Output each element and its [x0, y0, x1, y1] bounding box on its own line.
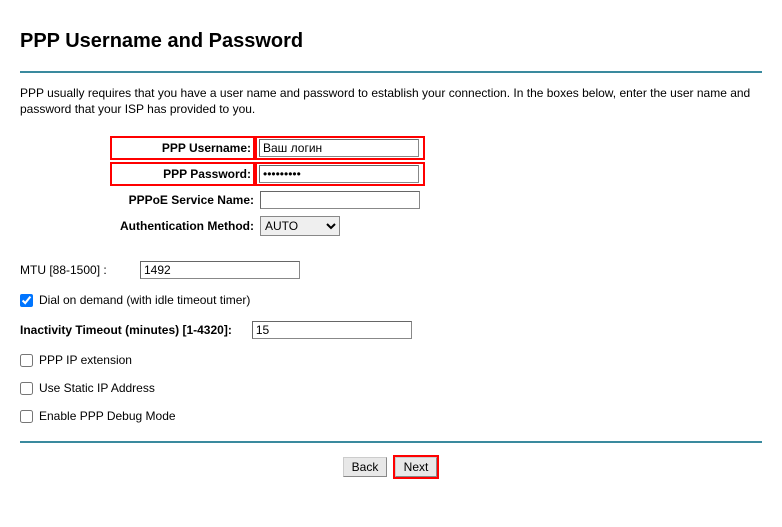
service-label: PPPoE Service Name: [110, 193, 260, 207]
divider-bottom [20, 441, 762, 443]
service-row: PPPoE Service Name: [110, 187, 762, 213]
service-input[interactable] [260, 191, 420, 209]
mtu-row: MTU [88-1500] : [20, 261, 762, 279]
mtu-label: MTU [88-1500] : [20, 263, 140, 277]
mtu-input[interactable] [140, 261, 300, 279]
inactivity-row: Inactivity Timeout (minutes) [1-4320]: [20, 321, 762, 339]
form-area: PPP Username: PPP Password: PPPoE Servic… [20, 135, 762, 423]
auth-select[interactable]: AUTO [260, 216, 340, 236]
username-row: PPP Username: [110, 135, 762, 161]
ppp-ip-ext-checkbox[interactable] [20, 354, 33, 367]
auth-label: Authentication Method: [110, 219, 260, 233]
static-ip-label: Use Static IP Address [39, 381, 155, 395]
dial-on-demand-checkbox[interactable] [20, 294, 33, 307]
intro-text: PPP usually requires that you have a use… [20, 85, 762, 117]
username-input[interactable] [259, 139, 419, 157]
password-input-highlight [255, 162, 425, 186]
options-block: PPP IP extension Use Static IP Address E… [20, 353, 762, 423]
ppp-ip-ext-row: PPP IP extension [20, 353, 762, 367]
inactivity-label: Inactivity Timeout (minutes) [1-4320]: [20, 323, 252, 337]
page-title: PPP Username and Password [20, 30, 762, 53]
static-ip-checkbox[interactable] [20, 382, 33, 395]
debug-checkbox[interactable] [20, 410, 33, 423]
back-button[interactable]: Back [343, 457, 388, 477]
ppp-ip-ext-label: PPP IP extension [39, 353, 132, 367]
password-input[interactable] [259, 165, 419, 183]
inactivity-input[interactable] [252, 321, 412, 339]
credentials-group: PPP Username: PPP Password: PPPoE Servic… [110, 135, 762, 239]
static-ip-row: Use Static IP Address [20, 381, 762, 395]
username-input-highlight [255, 136, 425, 160]
dial-on-demand-label: Dial on demand (with idle timeout timer) [39, 293, 250, 307]
debug-label: Enable PPP Debug Mode [39, 409, 176, 423]
next-button-highlight: Next [393, 455, 440, 479]
username-label-highlight: PPP Username: [110, 136, 255, 160]
password-label-highlight: PPP Password: [110, 162, 255, 186]
dial-on-demand-row: Dial on demand (with idle timeout timer) [20, 293, 762, 307]
next-button[interactable]: Next [395, 457, 438, 477]
password-row: PPP Password: [110, 161, 762, 187]
button-row: Back Next [20, 455, 762, 479]
password-label: PPP Password: [163, 167, 251, 181]
debug-row: Enable PPP Debug Mode [20, 409, 762, 423]
auth-row: Authentication Method: AUTO [110, 213, 762, 239]
divider-top [20, 71, 762, 73]
username-label: PPP Username: [162, 141, 251, 155]
